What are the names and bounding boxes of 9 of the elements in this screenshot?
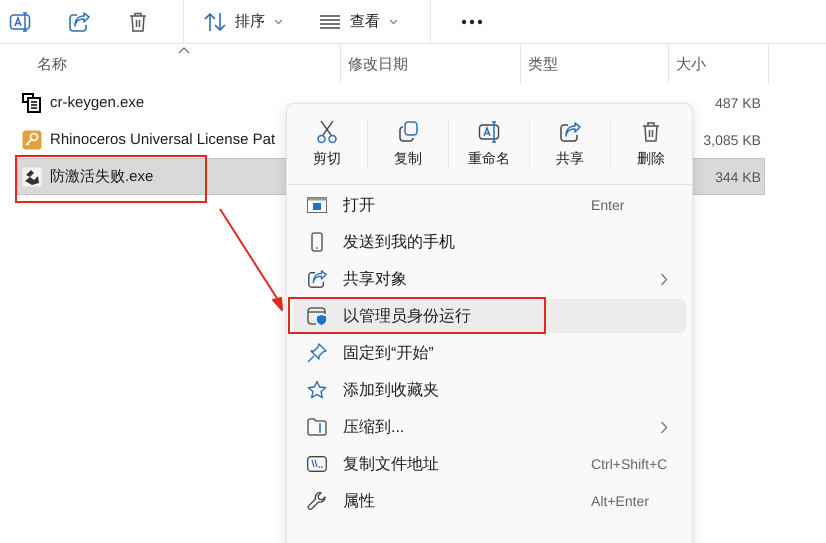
file-size: 344 KB <box>714 168 761 184</box>
file-name: 防激活失败.exe <box>50 167 154 186</box>
shortcut-text: Enter <box>591 197 624 213</box>
shortcut-text: Alt+Enter <box>591 493 649 509</box>
file-size: 3,085 KB <box>702 132 761 148</box>
shortcut-text: Ctrl+Shift+C <box>591 456 668 472</box>
file-name: cr-keygen.exe <box>50 94 144 111</box>
file-name: Rhinoceros Universal License Pat <box>50 131 276 148</box>
file-size: 487 KB <box>714 94 761 110</box>
